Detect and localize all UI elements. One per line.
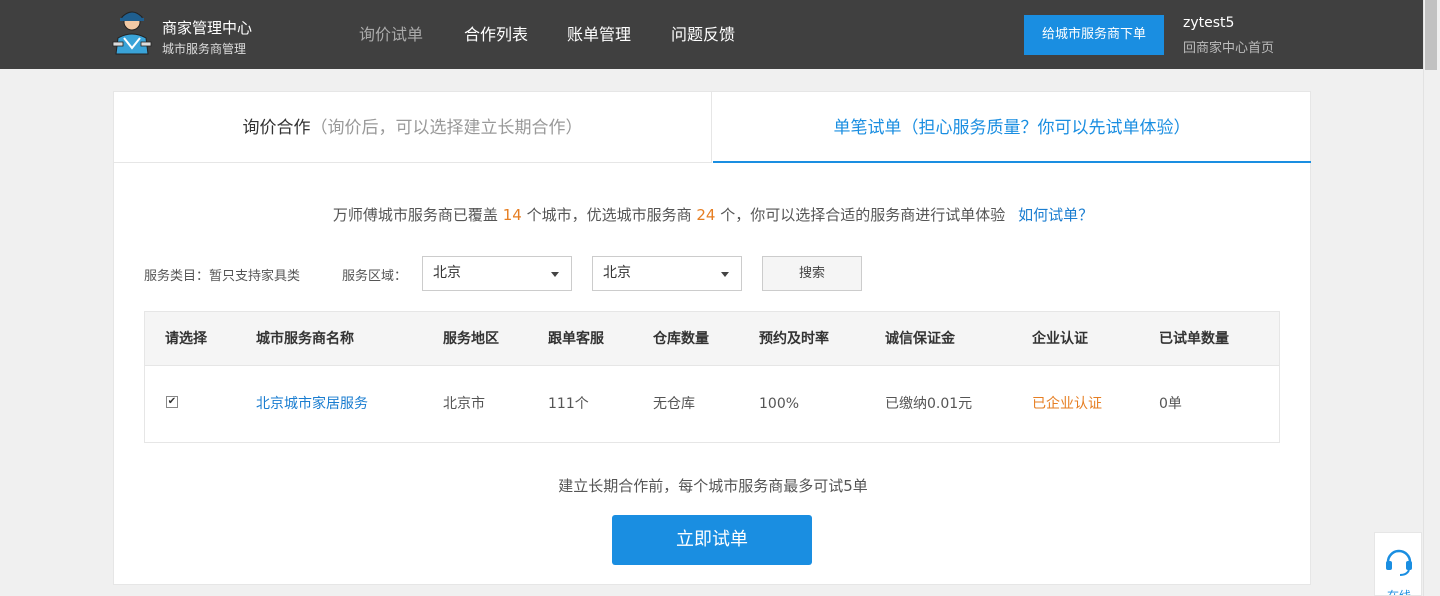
nav-billing[interactable]: 账单管理 (567, 0, 631, 69)
province-value: 北京 (433, 265, 461, 281)
tab-inquiry-hint: （询价后，可以选择建立长期合作） (310, 118, 583, 138)
city-select[interactable]: 北京 (592, 256, 742, 291)
scrollbar-thumb[interactable] (1425, 0, 1437, 70)
provider-table: 请选择 城市服务商名称 服务地区 跟单客服 仓库数量 预约及时率 诚信保证金 企… (144, 311, 1280, 443)
cell-region: 北京市 (443, 396, 485, 412)
col-provider-name: 城市服务商名称 (256, 331, 354, 347)
trial-limit-note: 建立长期合作前，每个城市服务商最多可试5单 (558, 477, 868, 495)
col-warehouse: 仓库数量 (653, 331, 709, 347)
chevron-down-icon (721, 272, 729, 277)
support-label: 在线 (1386, 589, 1411, 596)
intro-text-3: 个，你可以选择合适的服务商进行试单体验 (720, 206, 1006, 224)
cell-service: 111个 (548, 396, 589, 412)
tab-inquiry-cooperation[interactable]: 询价合作（询价后，可以选择建立长期合作） (114, 92, 712, 163)
username[interactable]: zytest5 (1183, 15, 1234, 31)
col-service: 跟单客服 (548, 331, 604, 347)
provider-name-link[interactable]: 北京城市家居服务 (256, 366, 368, 442)
how-to-trial-link[interactable]: 如何试单？ (1018, 206, 1093, 224)
area-label: 服务区域： (342, 269, 408, 284)
brand-title: 商家管理中心 (162, 19, 253, 37)
headset-icon (1386, 549, 1412, 576)
col-region: 服务地区 (443, 331, 499, 347)
intro-text-1: 万师傅城市服务商已覆盖 (332, 206, 498, 224)
brand[interactable]: 商家管理中心 城市服务商管理 (110, 8, 280, 60)
worker-logo-icon (112, 11, 152, 55)
province-select[interactable]: 北京 (422, 256, 572, 291)
tab-single-trial[interactable]: 单笔试单（担心服务质量？你可以先试单体验） (713, 92, 1311, 163)
provider-count: 24 (696, 206, 716, 224)
tab-inquiry-title: 询价合作 (242, 118, 311, 138)
nav-feedback[interactable]: 问题反馈 (671, 0, 735, 69)
category-label: 服务类目：暂只支持家具类 (144, 269, 301, 284)
main-panel: 询价合作（询价后，可以选择建立长期合作） 单笔试单（担心服务质量？你可以先试单体… (113, 91, 1311, 585)
nav-inquiry-trial[interactable]: 询价试单 (359, 0, 423, 69)
table-header: 请选择 城市服务商名称 服务地区 跟单客服 仓库数量 预约及时率 诚信保证金 企… (145, 312, 1279, 366)
cell-trial-count: 0单 (1159, 396, 1182, 412)
col-select: 请选择 (165, 331, 207, 347)
col-on-time-rate: 预约及时率 (759, 331, 829, 347)
chevron-down-icon (551, 272, 559, 277)
search-button[interactable]: 搜索 (762, 256, 862, 291)
cell-certification: 已企业认证 (1032, 396, 1102, 412)
online-support-widget[interactable]: 在线 (1374, 532, 1422, 596)
start-trial-button[interactable]: 立即试单 (612, 515, 812, 565)
cell-deposit: 已缴纳0.01元 (885, 396, 973, 412)
order-provider-button[interactable]: 给城市服务商下单 (1024, 15, 1164, 55)
brand-subtitle: 城市服务商管理 (162, 42, 247, 56)
city-count: 14 (502, 206, 522, 224)
row-select-checkbox[interactable]: ✔ (166, 396, 178, 408)
col-trial-count: 已试单数量 (1159, 331, 1229, 347)
merchant-home-link[interactable]: 回商家中心首页 (1183, 37, 1274, 56)
vertical-scrollbar[interactable] (1423, 0, 1440, 596)
nav-partner-list[interactable]: 合作列表 (464, 0, 528, 69)
cell-warehouse: 无仓库 (653, 396, 695, 412)
cell-on-time-rate: 100% (759, 396, 800, 412)
city-value: 北京 (603, 265, 631, 281)
col-deposit: 诚信保证金 (885, 331, 955, 347)
coverage-intro: 万师傅城市服务商已覆盖 14 个城市，优选城市服务商 24 个，你可以选择合适的… (114, 204, 1312, 225)
top-navbar: 商家管理中心 城市服务商管理 询价试单 合作列表 账单管理 问题反馈 给城市服务… (0, 0, 1423, 69)
intro-text-2: 个城市，优选城市服务商 (526, 206, 692, 224)
col-certification: 企业认证 (1032, 331, 1088, 347)
